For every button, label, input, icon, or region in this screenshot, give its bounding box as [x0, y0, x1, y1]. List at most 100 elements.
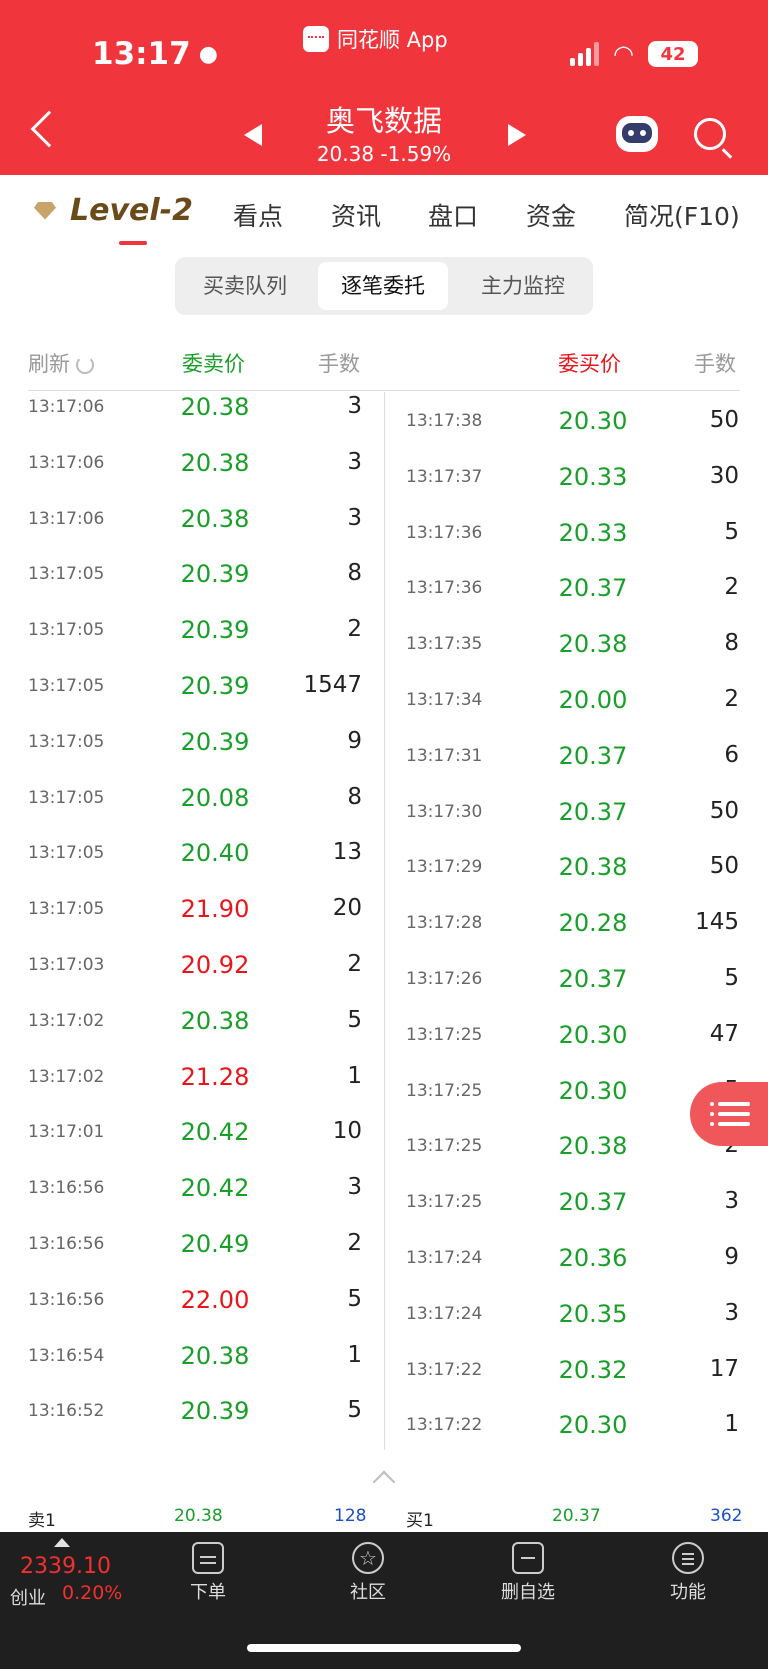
nav-functions-label: 功能 — [670, 1582, 706, 1603]
refresh-icon — [76, 356, 94, 374]
row-price: 20.38 — [180, 504, 250, 533]
row-qty: 10 — [332, 1118, 362, 1145]
row-time: 13:17:01 — [28, 1122, 105, 1143]
row-qty: 1547 — [303, 672, 362, 698]
nav-community[interactable]: 社区 — [328, 1542, 408, 1604]
row-qty: 2 — [347, 1230, 362, 1256]
row-price: 22.00 — [180, 1285, 250, 1314]
index-up-icon — [54, 1538, 70, 1547]
column-divider — [384, 392, 385, 1450]
robot-icon[interactable] — [616, 116, 658, 152]
tab-funds[interactable]: 资金 — [526, 197, 576, 233]
row-time: 13:17:36 — [406, 578, 483, 599]
row-time: 13:17:25 — [406, 1192, 483, 1213]
row-price: 20.35 — [558, 1299, 628, 1328]
row-time: 13:17:36 — [406, 522, 483, 543]
row-price: 20.39 — [180, 616, 250, 645]
tab-f10[interactable]: 简况(F10) — [624, 197, 740, 233]
row-time: 13:17:05 — [28, 564, 105, 585]
app-name-label: 同花顺 App — [337, 28, 448, 52]
row-time: 13:17:02 — [28, 1066, 105, 1087]
row-price: 20.38 — [558, 853, 628, 882]
tab-kandian[interactable]: 看点 — [233, 197, 283, 233]
person-icon: ● — [198, 41, 218, 67]
row-price: 20.38 — [558, 630, 628, 659]
row-time: 13:17:05 — [28, 620, 105, 641]
search-icon[interactable] — [694, 118, 726, 150]
prev-stock-icon[interactable] — [244, 124, 262, 146]
functions-icon — [672, 1542, 704, 1574]
app-name[interactable]: 同花顺 App — [303, 24, 448, 54]
segment-main-monitor[interactable]: 主力监控 — [458, 262, 588, 310]
tab-pankou[interactable]: 盘口 — [428, 197, 478, 233]
row-time: 13:17:02 — [28, 1010, 105, 1031]
row-price: 20.30 — [558, 1411, 628, 1440]
row-time: 13:17:28 — [406, 913, 483, 934]
row-time: 13:17:24 — [406, 1303, 483, 1324]
tab-news[interactable]: 资讯 — [331, 197, 381, 233]
nav-community-label: 社区 — [350, 1582, 386, 1603]
buy-qty-header: 手数 — [694, 352, 736, 376]
row-qty: 50 — [709, 853, 739, 880]
wifi-icon: ◠ — [613, 40, 634, 68]
sell-qty-header: 手数 — [318, 352, 360, 376]
list-menu-button[interactable] — [690, 1082, 768, 1146]
refresh-label: 刷新 — [28, 352, 70, 376]
nav-remove-watchlist-label: 删自选 — [501, 1582, 555, 1603]
tab-level2[interactable]: Level-2 — [34, 193, 193, 228]
row-time: 13:16:56 — [28, 1178, 105, 1199]
index-pct: 0.20% — [62, 1582, 123, 1604]
index-value[interactable]: 2339.10 — [20, 1554, 111, 1579]
row-qty: 145 — [695, 909, 739, 936]
row-qty: 5 — [347, 1285, 362, 1312]
row-qty: 3 — [724, 1188, 739, 1215]
stock-price-change: 20.38 -1.59% — [316, 142, 452, 166]
time-label: 13:17 — [92, 36, 191, 72]
next-stock-icon[interactable] — [508, 124, 526, 146]
row-time: 13:17:26 — [406, 969, 483, 989]
row-qty: 8 — [724, 630, 739, 657]
tab-label: Level-2 — [70, 193, 193, 228]
row-qty: 9 — [724, 1244, 739, 1270]
row-qty: 50 — [709, 407, 739, 433]
back-icon[interactable] — [30, 110, 68, 148]
row-time: 13:17:22 — [406, 1359, 483, 1380]
row-qty: 3 — [724, 1299, 739, 1326]
segment-order-by-order[interactable]: 逐笔委托 — [318, 262, 448, 310]
row-qty: 3 — [347, 448, 362, 475]
buy1-qty: 362 — [710, 1506, 743, 1526]
row-price: 20.92 — [180, 951, 250, 979]
row-price: 20.42 — [180, 1174, 250, 1203]
segmented-control: 买卖队列 逐笔委托 主力监控 — [175, 257, 593, 315]
row-price: 20.39 — [180, 1397, 250, 1426]
row-qty: 3 — [347, 393, 362, 419]
nav-order[interactable]: 下单 — [168, 1542, 248, 1604]
row-price: 20.37 — [558, 741, 628, 770]
home-indicator[interactable] — [247, 1644, 521, 1652]
sell1-label: 卖1 — [28, 1511, 56, 1531]
nav-functions[interactable]: 功能 — [648, 1542, 728, 1604]
app-icon — [303, 26, 329, 52]
page: 13:17 ● 同花顺 App ◠ 42 奥飞数据 20.38 -1.59% L… — [0, 0, 768, 1669]
row-qty: 5 — [724, 518, 739, 545]
row-qty: 8 — [347, 783, 362, 810]
tab-underline — [119, 241, 147, 245]
row-qty: 5 — [724, 965, 739, 991]
row-price: 20.38 — [180, 1006, 250, 1035]
row-qty: 5 — [347, 1006, 362, 1033]
nav-remove-watchlist[interactable]: 删自选 — [488, 1542, 568, 1604]
refresh-button[interactable]: 刷新 — [28, 348, 94, 378]
buy1-label: 买1 — [406, 1511, 434, 1531]
row-time: 13:17:31 — [406, 745, 483, 766]
row-price: 20.30 — [558, 1020, 628, 1049]
row-price: 21.28 — [180, 1062, 250, 1091]
row-qty: 17 — [709, 1355, 739, 1382]
row-qty: 2 — [347, 616, 362, 643]
segment-queue[interactable]: 买卖队列 — [180, 262, 310, 310]
row-price: 20.30 — [558, 1076, 628, 1105]
row-price: 20.38 — [180, 393, 250, 421]
row-price: 20.42 — [180, 1118, 250, 1147]
row-time: 13:16:52 — [28, 1401, 105, 1422]
row-price: 20.38 — [180, 448, 250, 477]
status-right: ◠ 42 — [570, 40, 698, 68]
